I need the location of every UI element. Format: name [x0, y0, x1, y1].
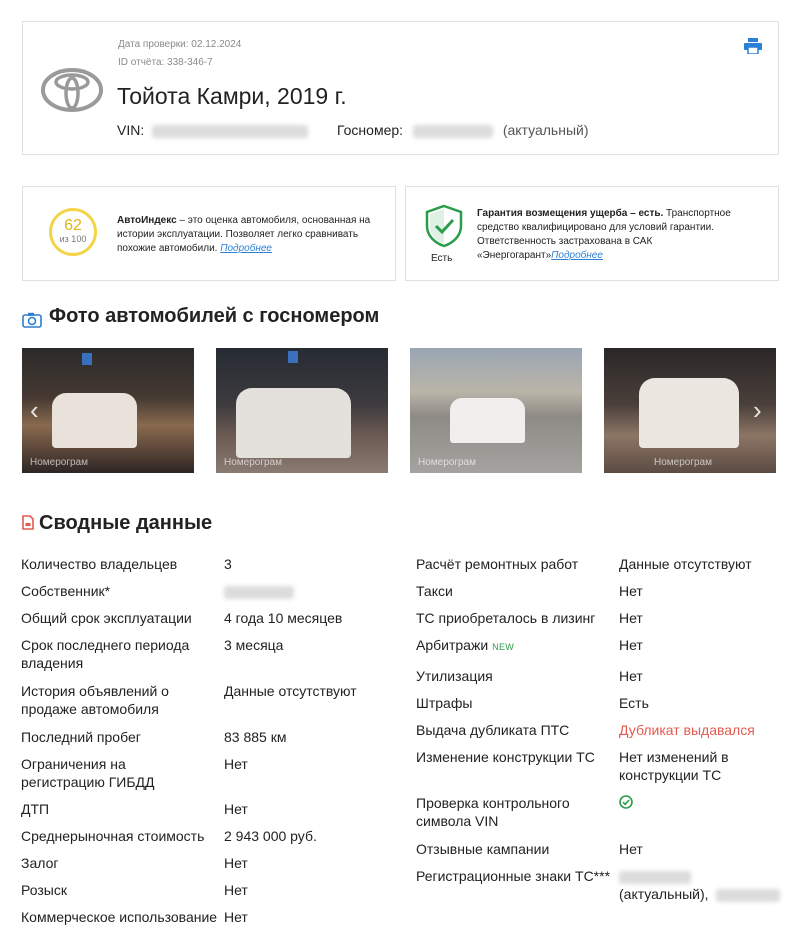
plate-value-redacted: [412, 124, 493, 138]
plate-status: (актуальный): [502, 122, 589, 138]
summary-value: Данные отсутствуют: [619, 556, 752, 572]
car-photo-4[interactable]: Номерограм: [604, 348, 776, 473]
summary-label: Общий срок эксплуатации: [21, 610, 192, 626]
carousel-prev-arrow[interactable]: ‹: [30, 395, 39, 426]
summary-label: Ограничения на регистрацию ГИБДД: [21, 756, 155, 790]
autoindex-score-sub: из 100: [59, 234, 87, 244]
vin-row: VIN:: [117, 122, 309, 138]
photo-watermark: Номерограм: [418, 457, 476, 468]
summary-label: История объявлений о продаже автомобиля: [21, 683, 169, 717]
summary-label: Изменение конструкции ТС: [416, 749, 595, 765]
summary-label: Количество владельцев: [21, 556, 178, 572]
summary-section-title: Сводные данные: [39, 512, 213, 534]
car-photo-2[interactable]: Номерограм: [216, 348, 388, 473]
plates-redacted-2: [716, 888, 781, 902]
toyota-logo: [41, 68, 103, 112]
car-photo-3[interactable]: Номерограм: [410, 348, 582, 473]
summary-label: Утилизация: [416, 668, 493, 684]
autoindex-description: АвтоИндекс – это оценка автомобиля, осно…: [117, 214, 382, 256]
photo-watermark: Номерограм: [654, 457, 712, 468]
summary-label: Проверка контрольного символа VIN: [416, 795, 570, 829]
summary-label: Собственник*: [21, 583, 111, 599]
guarantee-more-link[interactable]: Подробнее: [551, 250, 603, 261]
photo-watermark: Номерограм: [30, 457, 88, 468]
autoindex-more-link[interactable]: Подробнее: [220, 243, 272, 254]
summary-value-duplicate: Дубликат выдавался: [619, 722, 755, 738]
plates-value-row: (актуальный),: [619, 885, 781, 903]
camera-icon: [22, 312, 42, 328]
summary-value: Нет: [224, 801, 248, 817]
summary-label: Срок последнего периода владения: [21, 637, 190, 671]
summary-value: Есть: [619, 695, 649, 711]
photo-watermark: Номерограм: [224, 457, 282, 468]
photos-section-title: Фото автомобилей с госномером: [49, 305, 380, 327]
report-id: ID отчёта: 338-346-7: [118, 57, 213, 68]
summary-value: Нет: [224, 909, 248, 925]
summary-label: Отзывные кампании: [416, 841, 550, 857]
check-date: Дата проверки: 02.12.2024: [118, 39, 242, 50]
report-header-card: Дата проверки: 02.12.2024 ID отчёта: 338…: [22, 21, 779, 155]
autoindex-score: 62: [64, 217, 82, 234]
guarantee-description: Гарантия возмещения ущерба – есть. Транс…: [477, 207, 767, 263]
summary-label: ДТП: [21, 801, 50, 817]
guarantee-badge-label: Есть: [431, 253, 453, 264]
summary-label: Расчёт ремонтных работ: [416, 556, 579, 572]
summary-label: ТС приобреталось в лизинг: [416, 610, 596, 626]
autoindex-card: 62 из 100 АвтоИндекс – это оценка автомо…: [22, 186, 396, 281]
guarantee-card: Есть Гарантия возмещения ущерба – есть. …: [405, 186, 779, 281]
guarantee-title: Гарантия возмещения ущерба – есть.: [477, 208, 664, 219]
carousel-next-arrow[interactable]: ›: [753, 395, 762, 426]
summary-value: Нет: [619, 668, 643, 684]
car-photo-1[interactable]: Номерограм: [22, 348, 194, 473]
summary-value: Нет: [619, 610, 643, 626]
summary-value: 2 943 000 руб.: [224, 828, 317, 844]
summary-value: 83 885 км: [224, 729, 287, 745]
summary-label: Такси: [416, 583, 453, 599]
summary-label: Залог: [21, 855, 59, 871]
summary-label: Розыск: [21, 882, 67, 898]
plates-redacted-1: [619, 867, 691, 885]
check-circle-icon: [619, 795, 633, 809]
vin-value-redacted: [152, 124, 309, 138]
summary-label-arbitration: Арбитражи NEW: [416, 636, 611, 656]
summary-value: Нет: [619, 583, 643, 599]
summary-value: (актуальный),: [619, 886, 709, 902]
printer-icon[interactable]: [744, 38, 762, 54]
summary-value: 4 года 10 месяцев: [224, 610, 343, 626]
summary-value: Данные отсутствуют: [224, 683, 357, 699]
summary-label: Штрафы: [416, 695, 473, 711]
summary-label: Регистрационные знаки ТС***: [416, 868, 611, 884]
summary-value: Нет: [224, 855, 248, 871]
document-icon: [22, 515, 34, 530]
summary-value: Нет: [224, 882, 248, 898]
page-title: Тойота Камри, 2019 г.: [117, 83, 347, 109]
autoindex-score-badge: 62 из 100: [49, 208, 97, 256]
plate-label: Госномер:: [337, 122, 404, 138]
autoindex-title: АвтоИндекс: [117, 215, 177, 226]
summary-value: 3: [224, 556, 232, 572]
summary-value: Нет: [619, 841, 643, 857]
summary-label: Последний пробег: [21, 729, 141, 745]
summary-label: Коммерческое использование: [21, 909, 218, 925]
owner-redacted: [224, 582, 294, 600]
vin-label: VIN:: [117, 122, 145, 138]
summary-label: Арбитражи: [416, 637, 489, 653]
summary-value: Нет: [619, 637, 643, 653]
summary-value: Нет изменений в конструкции ТС: [619, 749, 729, 783]
plate-row: Госномер: (актуальный): [337, 122, 589, 138]
new-badge: NEW: [492, 642, 515, 652]
shield-check-icon: [425, 204, 463, 248]
summary-value: 3 месяца: [224, 637, 284, 653]
summary-value: Нет: [224, 756, 248, 772]
summary-label: Выдача дубликата ПТС: [416, 722, 570, 738]
summary-label: Среднерыночная стоимость: [21, 828, 205, 844]
